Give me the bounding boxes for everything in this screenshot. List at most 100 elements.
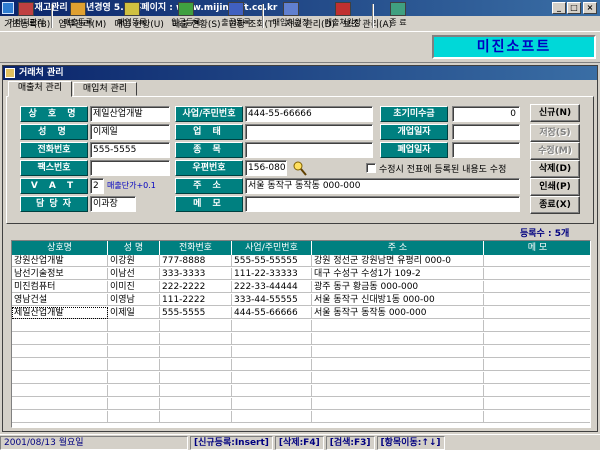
- cell-memo[interactable]: [484, 385, 590, 397]
- edit-voucher-checkbox[interactable]: [366, 163, 376, 173]
- cell-memo[interactable]: [484, 359, 590, 371]
- column-header-company[interactable]: 상호명: [12, 241, 108, 255]
- cell-name[interactable]: 이남선: [108, 268, 160, 280]
- cell-address[interactable]: [312, 385, 484, 397]
- cell-company[interactable]: [12, 359, 108, 371]
- bizno-field[interactable]: 444-55-66666: [245, 106, 373, 122]
- cell-memo[interactable]: [484, 320, 590, 332]
- cell-name[interactable]: 이제일: [108, 307, 160, 319]
- cell-bizno[interactable]: 111-22-33333: [232, 268, 312, 280]
- fax-field[interactable]: [90, 160, 170, 176]
- cell-name[interactable]: 이영남: [108, 294, 160, 306]
- cell-company[interactable]: 제일산업개발: [12, 307, 108, 319]
- cell-company[interactable]: [12, 372, 108, 384]
- cell-memo[interactable]: [484, 255, 590, 267]
- cell-address[interactable]: 광주 동구 황금동 000-000: [312, 281, 484, 293]
- business-type-field[interactable]: [245, 124, 373, 140]
- address-field[interactable]: 서울 동작구 동작동 000-000: [245, 178, 520, 194]
- cell-company[interactable]: 영남건설: [12, 294, 108, 306]
- cell-phone[interactable]: [160, 320, 232, 332]
- cell-address[interactable]: [312, 346, 484, 358]
- cell-company[interactable]: 미진컴퓨터: [12, 281, 108, 293]
- table-row[interactable]: 미진컴퓨터 이미진 222-2222 222-33-44444 광주 동구 황금동 00…: [12, 281, 590, 293]
- print-button[interactable]: 인쇄(P): [530, 178, 580, 196]
- cell-phone[interactable]: 222-2222: [160, 281, 232, 293]
- cell-company[interactable]: [12, 333, 108, 345]
- cell-company[interactable]: 강원산업개발: [12, 255, 108, 267]
- cell-company[interactable]: 남선기술정보: [12, 268, 108, 280]
- cell-phone[interactable]: 333-3333: [160, 268, 232, 280]
- maximize-button[interactable]: □: [567, 2, 581, 14]
- cell-bizno[interactable]: 444-55-66666: [232, 307, 312, 319]
- cell-phone[interactable]: 555-5555: [160, 307, 232, 319]
- cell-address[interactable]: [312, 411, 484, 423]
- toolbar-sales-ledger-button[interactable]: 매출처원장: [318, 2, 368, 30]
- cell-name[interactable]: [108, 320, 160, 332]
- cell-address[interactable]: 서울 동작구 신대방1동 000-00: [312, 294, 484, 306]
- name-field[interactable]: 이제일: [90, 124, 170, 140]
- cell-name[interactable]: [108, 346, 160, 358]
- close-window-button[interactable]: ×: [583, 2, 597, 14]
- cell-memo[interactable]: [484, 346, 590, 358]
- cell-phone[interactable]: [160, 385, 232, 397]
- item-field[interactable]: [245, 142, 373, 158]
- close-date-field[interactable]: [452, 142, 520, 158]
- cell-bizno[interactable]: [232, 398, 312, 410]
- cell-address[interactable]: [312, 359, 484, 371]
- tab-sales-customer[interactable]: 매출처 관리: [8, 81, 72, 97]
- table-row[interactable]: [12, 359, 590, 371]
- table-row[interactable]: [12, 346, 590, 358]
- new-button[interactable]: 신규(N): [530, 104, 580, 122]
- phone-field[interactable]: 555-5555: [90, 142, 170, 158]
- table-row[interactable]: [12, 372, 590, 384]
- cell-address[interactable]: [312, 333, 484, 345]
- cell-company[interactable]: [12, 385, 108, 397]
- vat-field[interactable]: 2: [90, 178, 104, 194]
- column-header-name[interactable]: 성 명: [108, 241, 160, 255]
- memo-field[interactable]: [245, 196, 520, 212]
- cell-company[interactable]: [12, 411, 108, 423]
- cell-address[interactable]: 서울 동작구 동작동 000-000: [312, 307, 484, 319]
- cell-memo[interactable]: [484, 268, 590, 280]
- cell-bizno[interactable]: 333-44-55555: [232, 294, 312, 306]
- table-row[interactable]: 강원산업개발 이강원 777-8888 555-55-55555 강원 정선군 강원남면…: [12, 255, 590, 267]
- toolbar-withdraw-entry-button[interactable]: 출금등록: [214, 2, 258, 30]
- close-button[interactable]: 종료(X): [530, 196, 580, 214]
- cell-address[interactable]: [312, 372, 484, 384]
- cell-address[interactable]: [312, 398, 484, 410]
- cell-memo[interactable]: [484, 333, 590, 345]
- cell-phone[interactable]: [160, 398, 232, 410]
- cell-memo[interactable]: [484, 411, 590, 423]
- cell-memo[interactable]: [484, 307, 590, 319]
- cell-address[interactable]: 강원 정선군 강원남면 유평리 000-0: [312, 255, 484, 267]
- cell-phone[interactable]: [160, 333, 232, 345]
- cell-address[interactable]: [312, 320, 484, 332]
- cell-phone[interactable]: 777-8888: [160, 255, 232, 267]
- toolbar-purchase-ledger-button[interactable]: 매입처원장: [266, 2, 316, 30]
- toolbar-deposit-entry-button[interactable]: 입금등록: [164, 2, 208, 30]
- cell-bizno[interactable]: [232, 372, 312, 384]
- cell-bizno[interactable]: [232, 346, 312, 358]
- customer-table[interactable]: 상호명 성 명 전화번호 사업/주민번호 주 소 메 모 강원산업개발 이강원 77…: [11, 240, 591, 428]
- cell-memo[interactable]: [484, 281, 590, 293]
- table-row[interactable]: [12, 320, 590, 332]
- initial-balance-field[interactable]: 0: [452, 106, 520, 122]
- cell-bizno[interactable]: [232, 320, 312, 332]
- toolbar-sales-entry-button[interactable]: 매출등록: [56, 2, 100, 30]
- table-row[interactable]: [12, 385, 590, 397]
- toolbar-customer-button[interactable]: 거래처관리: [3, 2, 49, 30]
- toolbar-exit-button[interactable]: 종 료: [380, 2, 416, 30]
- cell-bizno[interactable]: [232, 385, 312, 397]
- cell-company[interactable]: [12, 398, 108, 410]
- table-row[interactable]: 남선기술정보 이남선 333-3333 111-22-33333 대구 수성구 수성1가…: [12, 268, 590, 280]
- table-row[interactable]: 영남건설 이영남 111-2222 333-44-55555 서울 동작구 신대방1동 …: [12, 294, 590, 306]
- table-row[interactable]: 제일산업개발 이제일 555-5555 444-55-66666 서울 동작구 동작동 …: [12, 307, 590, 319]
- cell-bizno[interactable]: 555-55-55555: [232, 255, 312, 267]
- company-field[interactable]: 제일산업개발: [90, 106, 170, 122]
- cell-memo[interactable]: [484, 372, 590, 384]
- cell-name[interactable]: [108, 398, 160, 410]
- cell-name[interactable]: 이강원: [108, 255, 160, 267]
- column-header-address[interactable]: 주 소: [312, 241, 484, 255]
- table-row[interactable]: [12, 333, 590, 345]
- cell-bizno[interactable]: [232, 333, 312, 345]
